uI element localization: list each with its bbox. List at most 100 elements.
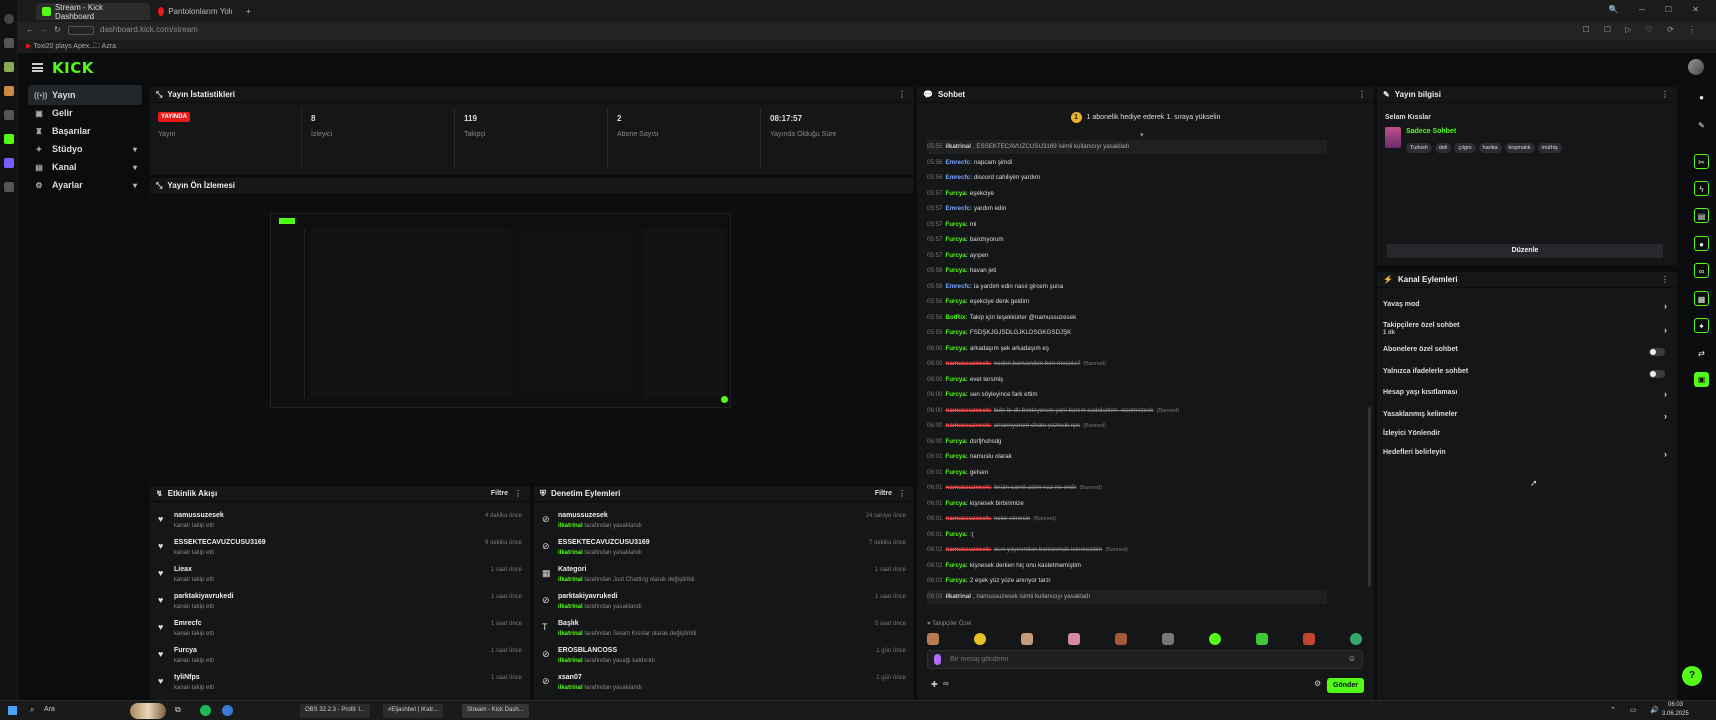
follower-name[interactable]: Furcya — [174, 647, 197, 654]
moderated-name[interactable]: namussuzesek — [558, 512, 608, 519]
chat-username[interactable]: Furcya: — [945, 190, 967, 197]
chat-username[interactable]: Furcya: — [945, 438, 967, 445]
chat-username[interactable]: namussuzesek: — [945, 515, 991, 522]
chat-message[interactable]: 06:01 namussuzesek: nolur elmesin (Banned) — [927, 512, 1327, 526]
emote-icon[interactable] — [1068, 633, 1080, 645]
sidebar-app-icon[interactable] — [3, 62, 14, 72]
browser-menu-icon[interactable] — [3, 14, 14, 24]
chat-username[interactable]: ilkatrinal — [945, 143, 970, 150]
emote-icon[interactable] — [1115, 633, 1127, 645]
chat-username[interactable]: Furcya: — [945, 298, 967, 305]
link-icon[interactable]: ∞ — [1694, 263, 1709, 278]
kebab-icon[interactable]: ⋮ — [898, 90, 906, 99]
chat-message[interactable]: 06:01 Furcya: namuslu olarak — [927, 450, 1327, 464]
stream-preview-video[interactable] — [270, 213, 731, 408]
bookmark-item[interactable]: ▶ Toxi20 plays Apex... — [26, 42, 95, 50]
follower-name[interactable]: parktakiyavrukedi — [174, 593, 234, 600]
chat-message[interactable]: 06:00 Furcya: sen söyleyince fark ettim — [927, 388, 1327, 402]
chat-message[interactable]: 05:59 Furcya: FSDŞKJGJSDLGJKLDSGKGSDJŞK — [927, 326, 1327, 340]
spotify-icon[interactable] — [200, 705, 211, 716]
moderated-name[interactable]: ESSEKTECAVUZCUSU3169 — [558, 539, 650, 546]
chat-username[interactable]: BotRix: — [945, 314, 967, 321]
avatar[interactable] — [1688, 59, 1704, 75]
emote-icon[interactable] — [1350, 633, 1362, 645]
url-field[interactable]: dashboard.kick.com/stream — [100, 25, 198, 34]
moderator-name[interactable]: ilkatrinal — [558, 631, 583, 637]
task-view-icon[interactable]: ⧉ — [175, 705, 181, 715]
chat-username[interactable]: Furcya: — [945, 329, 967, 336]
scrollbar[interactable] — [1368, 407, 1371, 587]
chat-message[interactable]: 06:00 Furcya: dsrfjhshsdg — [927, 435, 1327, 449]
action-banned-words[interactable]: Yasaklanmış kelimeler › — [1383, 411, 1669, 427]
emote-icon[interactable] — [1162, 633, 1174, 645]
follower-name[interactable]: Lieax — [174, 566, 192, 573]
chat-message[interactable]: 05:58 Emrecfc: la yardım edin nasıl gircem… — [927, 280, 1327, 294]
chat-message[interactable]: 05:58 Furcya: havan jeti — [927, 264, 1327, 278]
kebab-icon[interactable]: ⋮ — [514, 489, 522, 498]
moderator-name[interactable]: ilkatrinal — [558, 577, 583, 583]
action-subscribers-only[interactable]: Abonelere özel sohbet — [1383, 346, 1669, 362]
tray-icons[interactable]: ⌃ ▭ 🔊 — [1610, 706, 1665, 714]
chat-message[interactable]: 06:02 namussuzesek: asın yayınından banlan… — [927, 543, 1327, 557]
nav-item-settings[interactable]: ⚙ Ayarlar ▾ — [28, 175, 142, 195]
nav-item-studio[interactable]: ✦ Stüdyo ▾ — [28, 139, 142, 159]
wrench-icon[interactable]: ✦ — [1694, 318, 1709, 333]
emote-icon[interactable] — [974, 633, 986, 645]
taskbar-app-browser[interactable]: Stream - Kick Dash... — [462, 704, 529, 718]
follower-name[interactable]: ESSEKTECAVUZCUSU3169 — [174, 539, 266, 546]
dot-icon[interactable]: ● — [1694, 90, 1709, 105]
follower-name[interactable]: Emrecfc — [174, 620, 202, 627]
emote-icon[interactable] — [1021, 633, 1033, 645]
chat-username[interactable]: Emrecfc: — [945, 205, 971, 212]
moderator-name[interactable]: ilkatrinal — [558, 658, 583, 664]
chat-username[interactable]: Furcya: — [945, 500, 967, 507]
chat-username[interactable]: Furcya: — [945, 577, 967, 584]
chat-message[interactable]: 05:56 Emrecfc: discord cahiliyim yardım — [927, 171, 1327, 185]
nav-item-achievements[interactable]: ♜ Başarılar — [28, 121, 142, 141]
chat-username[interactable]: Furcya: — [945, 531, 967, 538]
chat-message[interactable]: 06:03 ilkatrinal, namussuzesek isimli kul… — [927, 589, 1327, 604]
mic-icon[interactable] — [934, 654, 941, 665]
chat-username[interactable]: Emrecfc: — [945, 174, 971, 181]
chat-message[interactable]: 06:01 namussuzesek: önüm sanrit adım naz m… — [927, 481, 1327, 495]
nav-item-stream[interactable]: ((•)) Yayın — [28, 85, 142, 105]
chat-message[interactable]: 05:57 Furcya: ayıpen — [927, 249, 1327, 263]
chat-username[interactable]: namussuzesek: — [945, 484, 991, 491]
chat-username[interactable]: Furcya: — [945, 236, 967, 243]
moderated-name[interactable]: Kategori — [558, 566, 586, 573]
back-icon[interactable]: ← — [26, 25, 34, 34]
emote-icon[interactable] — [1256, 633, 1268, 645]
points-icon[interactable]: ✚ — [931, 680, 938, 689]
windows-start-icon[interactable] — [8, 706, 17, 715]
chat-username[interactable]: ilkatrinal — [945, 593, 970, 600]
chat-username[interactable]: Furcya: — [945, 562, 967, 569]
grid-icon[interactable]: ▦ — [1694, 291, 1709, 306]
moderated-name[interactable]: parktakiyavrukedi — [558, 593, 618, 600]
chevron-down-icon[interactable]: ▾ — [1140, 131, 1144, 139]
reload-icon[interactable]: ↻ — [54, 25, 61, 34]
edit-button[interactable]: Düzenle — [1387, 244, 1663, 258]
chat-message[interactable]: 05:56 Emrecfc: napcam şimdi — [927, 156, 1327, 170]
clipboard-icon[interactable]: ▤ — [1694, 208, 1709, 223]
menu-icon[interactable] — [32, 63, 43, 72]
nav-item-revenue[interactable]: ▣ Gelir — [28, 103, 142, 123]
chat-message[interactable]: 06:01 Furcya: gelsen — [927, 466, 1327, 480]
action-followers-only[interactable]: Takipçilere özel sohbet 1 dk › — [1383, 322, 1669, 344]
chat-username[interactable]: Emrecfc: — [945, 159, 971, 166]
chat-username[interactable]: Furcya: — [945, 469, 967, 476]
category-name[interactable]: Sadece Sohbet — [1406, 128, 1456, 135]
sidebar-app-icon[interactable] — [3, 158, 14, 168]
new-tab-button[interactable]: + — [240, 3, 256, 20]
sidebar-app-icon[interactable] — [3, 38, 14, 48]
emote-icon[interactable] — [1209, 633, 1221, 645]
moderated-name[interactable]: EROSBLANCOSS — [558, 647, 617, 654]
sidebar-app-icon[interactable] — [3, 110, 14, 120]
chat-message[interactable]: 06:00 namussuzesek: anlamıyorum chate yazm… — [927, 419, 1327, 433]
chat-username[interactable]: namussuzesek: — [945, 422, 991, 429]
moderator-name[interactable]: ilkatrinal — [558, 550, 583, 556]
chat-message[interactable]: 06:00 Furcya: arkadaşım şek arkadaşım eş — [927, 342, 1327, 356]
clock-time[interactable]: 06:03 — [1668, 702, 1683, 708]
chat-username[interactable]: namussuzesek: — [945, 360, 991, 367]
gear-icon[interactable]: ⚙ — [1314, 679, 1321, 688]
chat-message[interactable]: 06:02 Furcya: 2 eşek yüz yüze anırıyor tar… — [927, 574, 1327, 588]
